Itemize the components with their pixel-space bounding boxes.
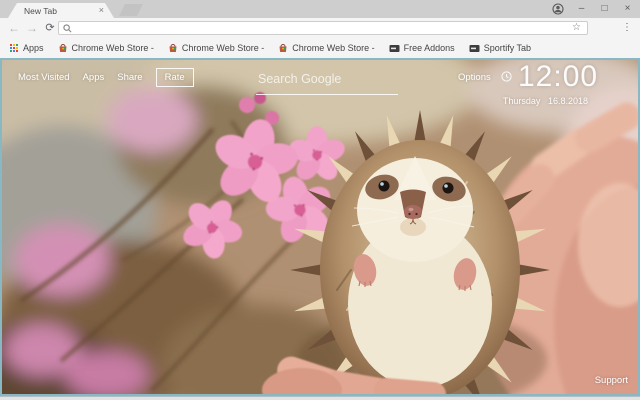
- webstore-icon: [169, 44, 177, 52]
- bookmark-label: Apps: [23, 43, 44, 53]
- clock-day: Thursday: [502, 96, 541, 106]
- browser-tab[interactable]: New Tab ×: [8, 3, 114, 18]
- minimize-button[interactable]: –: [575, 0, 588, 18]
- close-button[interactable]: ×: [621, 0, 634, 18]
- nav-apps[interactable]: Apps: [83, 72, 105, 83]
- screenshot-bottom-strip: [0, 396, 640, 400]
- bookmark-chrome-web-store-3[interactable]: Chrome Web Store -: [278, 43, 375, 53]
- addon-window-icon: [469, 44, 480, 52]
- bookmark-label: Chrome Web Store -: [181, 43, 265, 53]
- bookmark-label: Free Addons: [403, 43, 455, 53]
- clock-time: 12:00: [518, 60, 599, 93]
- clock-date: Thursday 16.8.2018: [454, 96, 588, 106]
- clock-widget: Options 12:00 Thursday 16.8.2018: [454, 60, 597, 120]
- bookmark-chrome-web-store-2[interactable]: Chrome Web Store -: [168, 43, 264, 53]
- google-search-input[interactable]: [256, 72, 398, 95]
- bookmark-chrome-web-store-1[interactable]: Chrome Web Store -: [58, 43, 154, 53]
- nav-most-visited[interactable]: Most Visited: [18, 72, 70, 83]
- window-titlebar: New Tab × – □ ×: [0, 0, 640, 18]
- search-icon: [63, 23, 72, 32]
- url-input[interactable]: [76, 22, 573, 34]
- browser-toolbar: ← → ⟳ ☆ ⋮: [0, 18, 640, 38]
- addon-window-icon: [389, 44, 400, 52]
- reload-icon[interactable]: ⟳: [42, 18, 58, 38]
- bookmark-label: Sportify Tab: [483, 43, 532, 53]
- forward-icon[interactable]: →: [24, 18, 40, 38]
- bookmark-label: Chrome Web Store -: [292, 43, 375, 53]
- tab-close-icon[interactable]: ×: [99, 6, 104, 15]
- profile-avatar-icon[interactable]: [552, 3, 565, 15]
- newtab-wallpaper: Most Visited Apps Share Rate Options 12:…: [0, 58, 640, 396]
- browser-menu-icon[interactable]: ⋮: [622, 18, 632, 38]
- options-link[interactable]: Options: [458, 72, 491, 83]
- bookmark-label: Chrome Web Store -: [71, 43, 154, 53]
- bookmarks-bar: Apps Chrome Web Store - Chrome Web Store…: [0, 38, 640, 58]
- bookmark-free-addons[interactable]: Free Addons: [389, 43, 455, 53]
- newtab-nav: Most Visited Apps Share Rate: [18, 68, 194, 87]
- bookmark-star-icon[interactable]: ☆: [572, 23, 581, 33]
- newtab-search: [256, 70, 398, 95]
- clock-icon: [501, 71, 512, 82]
- maximize-button[interactable]: □: [598, 0, 611, 18]
- back-icon[interactable]: ←: [6, 18, 22, 38]
- hedgehog-eye: [378, 180, 390, 192]
- hedgehog-eye: [442, 182, 454, 194]
- support-link[interactable]: Support: [595, 375, 628, 386]
- bookmark-apps[interactable]: Apps: [10, 43, 44, 53]
- clock-date-value: 16.8.2018: [547, 96, 588, 106]
- address-bar[interactable]: ☆: [58, 21, 588, 35]
- webstore-icon: [279, 44, 287, 52]
- apps-grid-icon: [10, 43, 19, 53]
- hedgehog-nose: [404, 205, 422, 219]
- window-controls: – □ ×: [552, 0, 634, 18]
- nav-share[interactable]: Share: [117, 72, 142, 83]
- bookmark-sportify-tab[interactable]: Sportify Tab: [469, 43, 531, 53]
- tab-title: New Tab: [24, 5, 57, 16]
- new-tab-button[interactable]: [119, 4, 143, 16]
- nav-rate[interactable]: Rate: [155, 68, 194, 87]
- webstore-icon: [59, 44, 67, 52]
